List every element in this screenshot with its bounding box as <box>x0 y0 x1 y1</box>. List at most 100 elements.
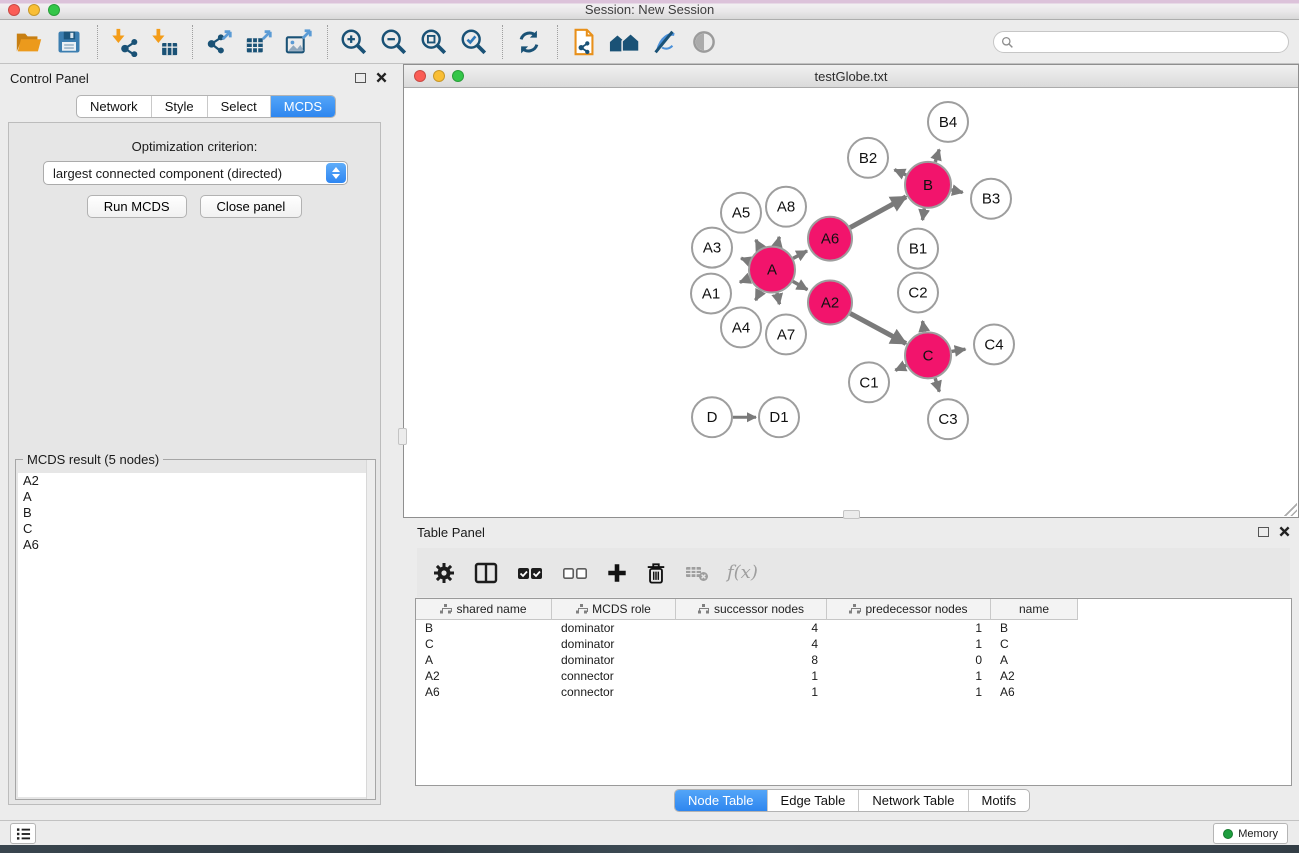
tab-mcds[interactable]: MCDS <box>270 96 335 117</box>
network-canvas[interactable]: B4B2BB3A5A8A6B1A3AC2A1A2A4A7C4CC1DD1C3 <box>404 89 1298 517</box>
table-row[interactable]: A6connector11A6 <box>416 684 1291 700</box>
table-cell[interactable]: 4 <box>676 636 827 652</box>
table-cell[interactable]: C <box>416 636 552 652</box>
table-cell[interactable]: 1 <box>676 684 827 700</box>
table-cell[interactable]: 1 <box>676 668 827 684</box>
table-settings-button[interactable] <box>432 561 456 585</box>
zoom-out-button[interactable] <box>377 25 411 59</box>
table-row[interactable]: A2connector11A2 <box>416 668 1291 684</box>
create-column-button[interactable] <box>606 562 628 584</box>
graph-edge-A-A4[interactable] <box>756 291 761 300</box>
hide-selected-button[interactable] <box>647 25 681 59</box>
graph-edge-A6-B[interactable] <box>850 197 906 228</box>
graph-edge-C-C2[interactable] <box>923 321 925 332</box>
vertical-scroll-nub[interactable] <box>398 428 407 445</box>
tab-edge-table[interactable]: Edge Table <box>767 790 859 811</box>
tab-network-table[interactable]: Network Table <box>858 790 967 811</box>
table-cell[interactable]: 1 <box>827 668 991 684</box>
graph-edge-A2-C[interactable] <box>850 313 906 343</box>
first-neighbors-button[interactable] <box>607 25 641 59</box>
table-cell[interactable]: 4 <box>676 620 827 636</box>
task-history-button[interactable] <box>10 823 36 844</box>
table-cell[interactable]: 1 <box>827 620 991 636</box>
table-cell[interactable]: B <box>416 620 552 636</box>
column-header-name[interactable]: name <box>991 599 1078 620</box>
table-cell[interactable]: A2 <box>991 668 1078 684</box>
select-all-columns-button[interactable] <box>516 561 544 585</box>
horizontal-scroll-nub[interactable] <box>843 510 860 519</box>
column-header-successor-nodes[interactable]: successor nodes <box>676 599 827 620</box>
apply-layout-button[interactable] <box>512 25 546 59</box>
mcds-result-item[interactable]: A2 <box>18 473 373 489</box>
export-network-button[interactable] <box>202 25 236 59</box>
zoom-fit-button[interactable] <box>417 25 451 59</box>
graph-edge-A-A5[interactable] <box>756 240 761 249</box>
column-header-shared-name[interactable]: shared name <box>416 599 552 620</box>
mcds-result-scrollbar[interactable] <box>366 460 375 799</box>
table-cell[interactable]: 8 <box>676 652 827 668</box>
table-cell[interactable]: B <box>991 620 1078 636</box>
delete-column-button[interactable] <box>645 561 667 585</box>
graph-edge-A-A7[interactable] <box>777 293 779 304</box>
export-image-button[interactable] <box>282 25 316 59</box>
graph-edge-B-B1[interactable] <box>922 208 924 220</box>
graph-edge-A-A1[interactable] <box>740 278 750 282</box>
graph-edge-C-C1[interactable] <box>895 365 906 370</box>
table-cell[interactable]: A <box>416 652 552 668</box>
graph-edge-A-A6[interactable] <box>793 251 807 258</box>
deselect-all-columns-button[interactable] <box>561 561 589 585</box>
table-cell[interactable]: A2 <box>416 668 552 684</box>
table-cell[interactable]: 1 <box>827 636 991 652</box>
tab-network[interactable]: Network <box>77 96 151 117</box>
table-row[interactable]: Cdominator41C <box>416 636 1291 652</box>
float-panel-icon[interactable] <box>1258 527 1269 537</box>
tab-node-table[interactable]: Node Table <box>675 790 767 811</box>
mcds-result-item[interactable]: A <box>18 489 373 505</box>
close-panel-button[interactable]: Close panel <box>200 195 303 218</box>
tab-select[interactable]: Select <box>207 96 270 117</box>
graph-edge-B-B4[interactable] <box>935 149 939 161</box>
column-header-MCDS-role[interactable]: MCDS role <box>552 599 676 620</box>
table-cell[interactable]: dominator <box>552 652 676 668</box>
mcds-result-item[interactable]: A6 <box>18 537 373 553</box>
graph-edge-A-A8[interactable] <box>777 237 779 246</box>
mcds-result-item[interactable]: C <box>18 521 373 537</box>
table-cell[interactable]: A6 <box>991 684 1078 700</box>
save-session-button[interactable] <box>52 25 86 59</box>
table-cell[interactable]: A6 <box>416 684 552 700</box>
table-row[interactable]: Adominator80A <box>416 652 1291 668</box>
graph-edge-A-A2[interactable] <box>793 281 808 289</box>
table-cell[interactable]: dominator <box>552 620 676 636</box>
mcds-result-item[interactable]: B <box>18 505 373 521</box>
table-cell[interactable]: connector <box>552 668 676 684</box>
float-panel-icon[interactable] <box>355 73 366 83</box>
table-cell[interactable]: 0 <box>827 652 991 668</box>
close-panel-icon[interactable] <box>1279 526 1290 537</box>
show-graphics-details-button[interactable] <box>687 25 721 59</box>
tab-style[interactable]: Style <box>151 96 207 117</box>
zoom-in-button[interactable] <box>337 25 371 59</box>
tab-motifs[interactable]: Motifs <box>968 790 1030 811</box>
graph-edge-A-A3[interactable] <box>741 258 749 261</box>
table-cell[interactable]: connector <box>552 684 676 700</box>
close-panel-icon[interactable] <box>376 72 387 83</box>
table-cell[interactable]: 1 <box>827 684 991 700</box>
show-columns-button[interactable] <box>473 561 499 585</box>
graph-edge-C-C3[interactable] <box>935 378 939 391</box>
table-cell[interactable]: dominator <box>552 636 676 652</box>
run-mcds-button[interactable]: Run MCDS <box>87 195 187 218</box>
memory-button[interactable]: Memory <box>1213 823 1288 844</box>
export-table-button[interactable] <box>242 25 276 59</box>
graph-edge-B-B2[interactable] <box>894 170 906 175</box>
graph-edge-C-C4[interactable] <box>952 349 966 351</box>
import-table-button[interactable] <box>147 25 181 59</box>
table-cell[interactable]: A <box>991 652 1078 668</box>
open-session-button[interactable] <box>12 25 46 59</box>
table-cell[interactable]: C <box>991 636 1078 652</box>
search-input[interactable] <box>1018 33 1288 51</box>
new-network-from-selection-button[interactable] <box>567 25 601 59</box>
graph-edge-B-B3[interactable] <box>951 190 962 192</box>
import-network-button[interactable] <box>107 25 141 59</box>
zoom-selected-button[interactable] <box>457 25 491 59</box>
column-header-predecessor-nodes[interactable]: predecessor nodes <box>827 599 991 620</box>
